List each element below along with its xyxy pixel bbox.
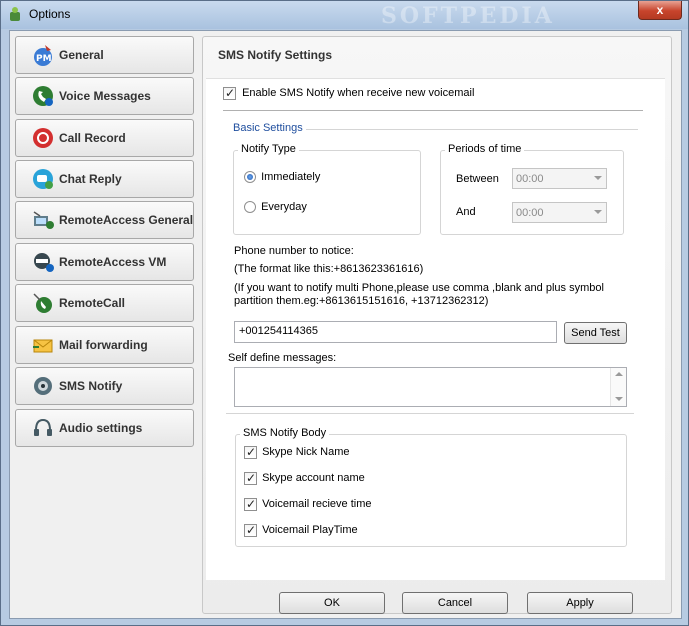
cancel-button[interactable]: Cancel [402, 592, 508, 614]
playtime-checkbox[interactable] [244, 523, 257, 537]
svg-text:PM: PM [36, 54, 52, 64]
sidebar-item-sms-notify[interactable]: SMS Notify [15, 367, 194, 405]
sidebar-item-call-record[interactable]: Call Record [15, 119, 194, 157]
sidebar-item-remotecall[interactable]: RemoteCall [15, 284, 194, 322]
sidebar-item-label: Chat Reply [59, 172, 122, 186]
sidebar-item-audio-settings[interactable]: Audio settings [15, 409, 194, 447]
pm-icon: PM [31, 43, 55, 67]
enable-sms-label: Enable SMS Notify when receive new voice… [242, 87, 475, 100]
client-area: PM General Voice Messages Call Record Ch… [9, 30, 682, 619]
sms-body-label: SMS Notify Body [240, 427, 330, 439]
chat-icon [31, 167, 55, 191]
sidebar-item-chat-reply[interactable]: Chat Reply [15, 160, 194, 198]
body-item-nick-name[interactable]: Skype Nick Name [244, 445, 350, 459]
panel-title: SMS Notify Settings [218, 48, 333, 62]
settings-panel: SMS Notify Settings Enable SMS Notify wh… [202, 36, 672, 614]
divider [226, 413, 634, 414]
audio-icon [31, 416, 55, 440]
sidebar-item-label: Mail forwarding [59, 338, 148, 352]
sidebar-item-label: Audio settings [59, 421, 143, 435]
between-time-value: 00:00 [516, 173, 544, 185]
recieve-time-label: Voicemail recieve time [262, 498, 372, 511]
enable-sms-row[interactable]: Enable SMS Notify when receive new voice… [223, 86, 475, 100]
account-name-label: Skype account name [262, 472, 365, 485]
everyday-option[interactable]: Everyday [244, 201, 307, 214]
divider [223, 110, 643, 111]
recieve-time-checkbox[interactable] [244, 497, 257, 511]
and-time-select[interactable]: 00:00 [512, 202, 607, 223]
and-time-value: 00:00 [516, 207, 544, 219]
options-window: Options SOFTPEDIA x PM General Voice Mes… [0, 0, 689, 626]
chevron-down-icon [594, 210, 602, 214]
close-button[interactable]: x [638, 1, 682, 20]
sidebar-item-mail-forwarding[interactable]: Mail forwarding [15, 326, 194, 364]
phone-label: Phone number to notice: [234, 245, 354, 257]
apply-button[interactable]: Apply [527, 592, 633, 614]
sidebar-item-label: RemoteAccess VM [59, 255, 167, 269]
sidebar-item-label: SMS Notify [59, 379, 123, 393]
immediately-option[interactable]: Immediately [244, 171, 321, 184]
scroll-down-icon[interactable] [615, 397, 623, 401]
self-define-label: Self define messages: [228, 352, 337, 364]
send-test-button[interactable]: Send Test [564, 322, 627, 344]
phone-format-hint: (The format like this:+8613623361616) [234, 263, 424, 275]
phone-number-input[interactable]: +001254114365 [234, 321, 557, 343]
nick-name-checkbox[interactable] [244, 445, 257, 459]
title-bar[interactable]: Options SOFTPEDIA x [1, 1, 688, 29]
remote-vm-icon [31, 250, 55, 274]
textarea-scrollbar[interactable] [610, 368, 626, 406]
everyday-radio[interactable] [244, 201, 256, 214]
panel-content: Enable SMS Notify when receive new voice… [206, 78, 665, 580]
sidebar-item-label: General [59, 48, 104, 62]
sidebar-item-label: Call Record [59, 131, 126, 145]
window-title: Options [29, 7, 71, 21]
ok-button[interactable]: OK [279, 592, 385, 614]
voice-messages-icon [31, 84, 55, 108]
phone-multi-hint-1: (If you want to notify multi Phone,pleas… [234, 282, 604, 294]
sidebar-item-general[interactable]: PM General [15, 36, 194, 74]
sidebar-item-label: RemoteAccess General [59, 213, 194, 227]
body-item-account-name[interactable]: Skype account name [244, 471, 365, 485]
nick-name-label: Skype Nick Name [262, 446, 350, 459]
between-label: Between [456, 173, 499, 185]
mail-icon [31, 333, 55, 357]
body-item-recieve-time[interactable]: Voicemail recieve time [244, 497, 372, 511]
record-icon [31, 126, 55, 150]
body-item-playtime[interactable]: Voicemail PlayTime [244, 523, 358, 537]
immediately-label: Immediately [261, 171, 321, 183]
account-name-checkbox[interactable] [244, 471, 257, 485]
remote-access-icon [31, 208, 55, 232]
enable-sms-checkbox[interactable] [223, 86, 236, 100]
sms-icon [31, 374, 55, 398]
and-label: And [456, 206, 476, 218]
phone-multi-hint-2: partition them.eg:+8613615151616, +13712… [234, 295, 489, 307]
self-define-textarea[interactable] [234, 367, 627, 407]
immediately-radio[interactable] [244, 171, 256, 184]
chevron-down-icon [594, 176, 602, 180]
phone-number-value: +001254114365 [239, 325, 319, 337]
softpedia-watermark: SOFTPEDIA [381, 3, 555, 29]
scroll-up-icon[interactable] [615, 372, 623, 376]
app-icon [8, 6, 22, 22]
sidebar-item-remoteaccess-vm[interactable]: RemoteAccess VM [15, 243, 194, 281]
remote-call-icon [31, 291, 55, 315]
sidebar-item-remoteaccess-general[interactable]: RemoteAccess General [15, 201, 194, 239]
sidebar-item-voice-messages[interactable]: Voice Messages [15, 77, 194, 115]
sidebar-item-label: RemoteCall [59, 296, 126, 310]
between-time-select[interactable]: 00:00 [512, 168, 607, 189]
notify-type-label: Notify Type [238, 143, 299, 155]
basic-settings-label: Basic Settings [230, 122, 306, 134]
notify-type-group [233, 150, 421, 235]
periods-label: Periods of time [445, 143, 525, 155]
everyday-label: Everyday [261, 201, 307, 213]
sidebar-item-label: Voice Messages [59, 89, 151, 103]
playtime-label: Voicemail PlayTime [262, 524, 358, 537]
